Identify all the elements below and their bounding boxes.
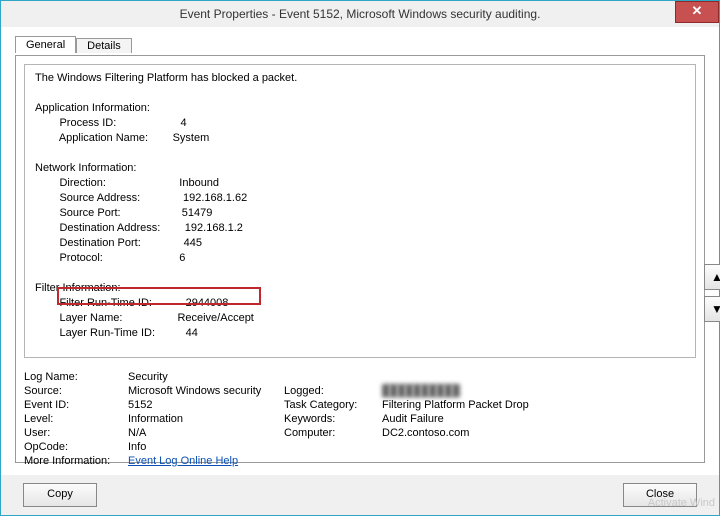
computer-label: Computer: [284,426,382,440]
tab-strip: GeneralDetails [15,35,705,55]
tab-general[interactable]: General [15,36,76,53]
log-name-label: Log Name: [24,370,128,384]
tab-page-general: The Windows Filtering Platform has block… [15,55,705,463]
logged-value: ██████████ [382,384,588,398]
keywords-label: Keywords: [284,412,382,426]
source-label: Source: [24,384,128,398]
opcode-label: OpCode: [24,440,128,454]
msg-text: The Windows Filtering Platform has block… [35,72,297,339]
event-log-online-help-link[interactable]: Event Log Online Help [128,455,238,467]
event-id-label: Event ID: [24,398,128,412]
level-value: Information [128,412,284,426]
logged-label: Logged: [284,384,382,398]
window-title: Event Properties - Event 5152, Microsoft… [1,1,719,27]
titlebar: Event Properties - Event 5152, Microsoft… [1,1,719,27]
arrow-up-icon: ▲ [711,270,720,284]
event-message-box[interactable]: The Windows Filtering Platform has block… [24,64,696,358]
user-value: N/A [128,426,284,440]
opcode-value: Info [128,440,588,454]
content-area: GeneralDetails The Windows Filtering Pla… [1,27,719,475]
summary-table: Log Name: Security Source: Microsoft Win… [24,370,588,468]
more-info-label: More Information: [24,454,128,468]
next-event-button[interactable]: ▼ [704,296,720,322]
computer-value: DC2.contoso.com [382,426,588,440]
copy-button[interactable]: Copy [23,483,97,507]
task-category-label: Task Category: [284,398,382,412]
level-label: Level: [24,412,128,426]
prev-event-button[interactable]: ▲ [704,264,720,290]
arrow-down-icon: ▼ [711,302,720,316]
event-summary: Log Name: Security Source: Microsoft Win… [24,370,696,468]
keywords-value: Audit Failure [382,412,588,426]
button-row: Copy Close Activate Wind [1,475,719,515]
task-category-value: Filtering Platform Packet Drop [382,398,588,412]
tab-details[interactable]: Details [76,38,132,53]
event-properties-window: Event Properties - Event 5152, Microsoft… [0,0,720,516]
window-close-button[interactable]: ✕ [675,1,719,23]
close-button[interactable]: Close [623,483,697,507]
close-icon: ✕ [692,3,703,18]
source-value: Microsoft Windows security [128,384,284,398]
user-label: User: [24,426,128,440]
event-id-value: 5152 [128,398,284,412]
log-name-value: Security [128,370,588,384]
